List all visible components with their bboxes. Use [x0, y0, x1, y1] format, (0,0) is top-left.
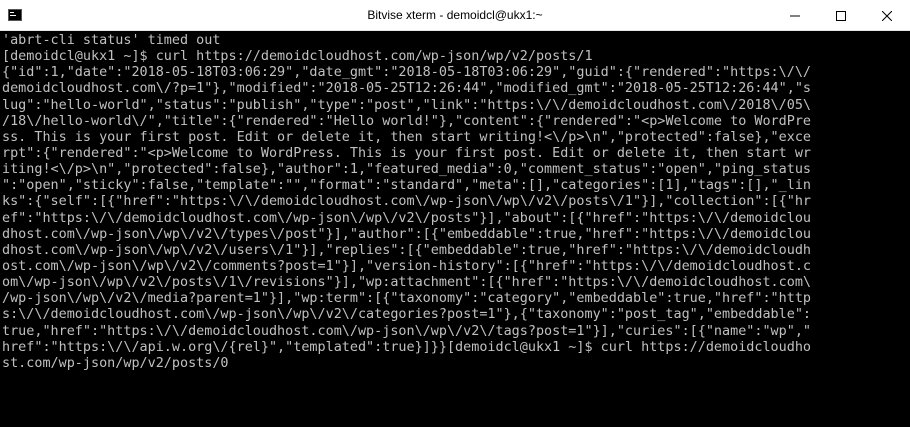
- close-button[interactable]: [864, 0, 910, 31]
- terminal-line: demoidcloudhost.com\/?p=1"},"modified":"…: [2, 81, 812, 97]
- terminal-line: ":"open","sticky":false,"template":"","f…: [2, 178, 812, 194]
- terminal-line: {"id":1,"date":"2018-05-18T03:06:29","da…: [2, 65, 812, 81]
- window-controls: [772, 0, 910, 31]
- terminal-line: true,"href":"https:\/\/demoidcloudhost.c…: [2, 323, 812, 339]
- terminal-line: href":"https:\/\/api.w.org\/{rel}","temp…: [2, 339, 812, 355]
- maximize-icon: [836, 10, 846, 21]
- terminal-output[interactable]: 'abrt-cli status' timed out [demoidcl@ukx…: [0, 31, 910, 427]
- terminal-line: st.com/wp-json/wp/v2/posts/0: [2, 355, 229, 371]
- terminal-line: om\/wp-json\/wp\/v2\/posts\/1\/revisions…: [2, 275, 812, 291]
- terminal-line: 'abrt-cli status' timed out: [2, 33, 221, 48]
- terminal-line: lug":"hello-world","status":"publish","t…: [2, 97, 812, 113]
- terminal-line: /wp-json\/wp\/v2\/media?parent=1"}],"wp:…: [2, 291, 812, 307]
- terminal-line: dhost.com\/wp-json\/wp\/v2\/users\/1"}],…: [2, 242, 812, 258]
- terminal-window: Bitvise xterm - demoidcl@ukx1:~ 'abrt-cl…: [0, 0, 910, 427]
- close-icon: [882, 10, 892, 21]
- terminal-line: dhost.com\/wp-json\/wp\/v2\/types\/post"…: [2, 226, 812, 242]
- terminal-line: s:\/\/demoidcloudhost.com\/wp-json\/wp\/…: [2, 307, 812, 323]
- terminal-line: /18\/hello-world\/","title":{"rendered":…: [2, 113, 812, 129]
- terminal-line: ss. This is your first post. Edit or del…: [2, 129, 812, 145]
- terminal-line: ef":"https:\/\/demoidcloudhost.com\/wp-j…: [2, 210, 812, 226]
- terminal-line: rpt":{"rendered":"<p>Welcome to WordPres…: [2, 145, 812, 161]
- terminal-line: ks":{"self":[{"href":"https:\/\/demoidcl…: [2, 194, 812, 210]
- maximize-button[interactable]: [818, 0, 864, 31]
- minimize-icon: [790, 15, 800, 16]
- minimize-button[interactable]: [772, 0, 818, 31]
- title-bar[interactable]: Bitvise xterm - demoidcl@ukx1:~: [0, 0, 910, 31]
- terminal-line: [demoidcl@ukx1 ~]$ curl https://demoidcl…: [2, 49, 593, 65]
- terminal-line: ost.com\/wp-json\/wp\/v2\/comments?post=…: [2, 258, 812, 274]
- terminal-line: iting!<\/p>\n","protected":false},"autho…: [2, 162, 812, 178]
